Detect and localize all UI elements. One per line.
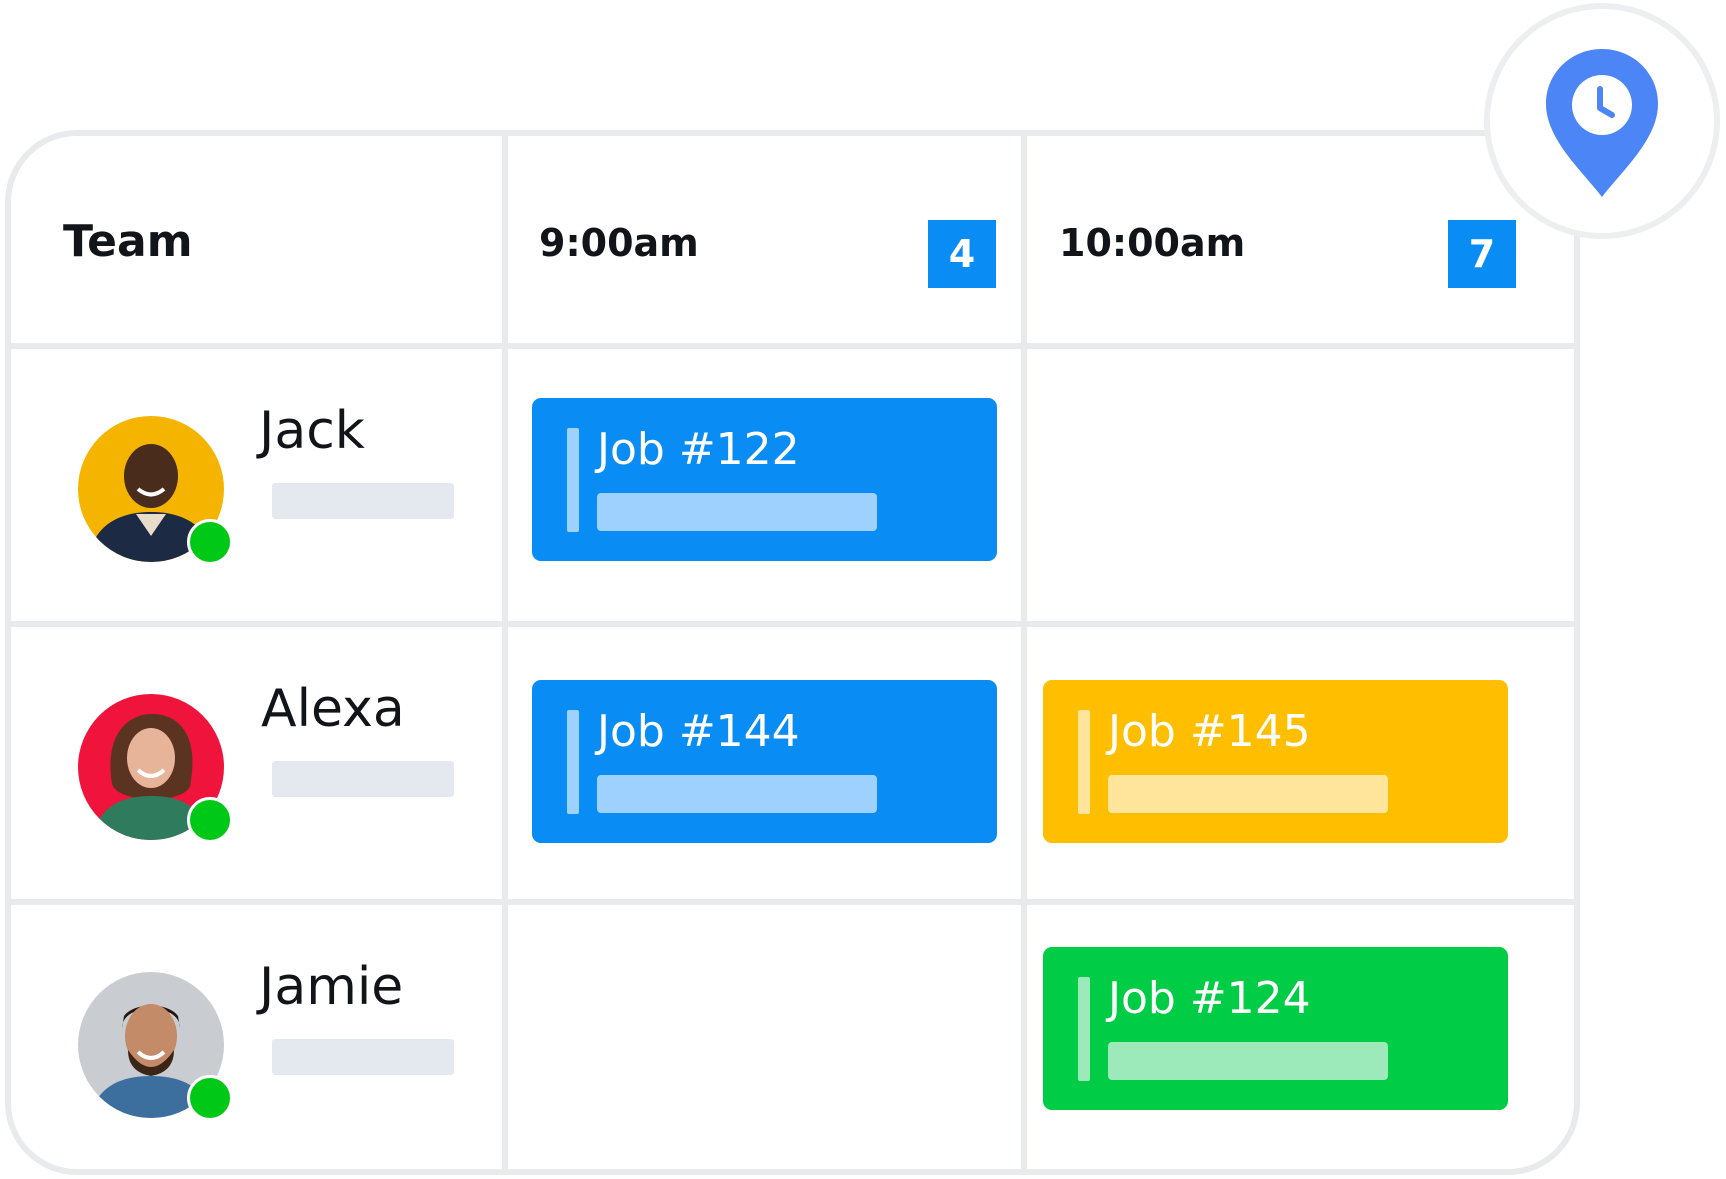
job-card-stripe — [1078, 710, 1090, 814]
grid-divider — [1021, 136, 1027, 1169]
job-card[interactable]: Job #145 — [1043, 680, 1508, 843]
online-status-dot — [187, 797, 233, 843]
job-card[interactable]: Job #124 — [1043, 947, 1508, 1110]
job-card[interactable]: Job #144 — [532, 680, 997, 843]
job-card-label: Job #145 — [1108, 706, 1311, 757]
job-card-placeholder — [597, 493, 877, 531]
job-card-label: Job #144 — [597, 706, 800, 757]
schedule-board: Team 9:00am 4 10:00am 7 Jack Alexa Jamie… — [5, 130, 1580, 1175]
job-card-placeholder — [1108, 775, 1388, 813]
job-card-label: Job #124 — [1108, 973, 1311, 1024]
team-column-header: Team — [63, 216, 193, 267]
grid-divider — [502, 136, 508, 1169]
job-count-badge[interactable]: 4 — [928, 220, 996, 288]
job-card-stripe — [567, 710, 579, 814]
time-slot-header: 10:00am — [1059, 221, 1246, 265]
online-status-dot — [187, 519, 233, 565]
member-name: Jack — [259, 401, 365, 461]
member-name: Alexa — [261, 679, 405, 739]
job-card-stripe — [567, 428, 579, 532]
job-card-placeholder — [597, 775, 877, 813]
member-detail-placeholder — [272, 1039, 454, 1075]
team-member-row[interactable]: Alexa — [11, 627, 502, 899]
team-member-row[interactable]: Jack — [11, 349, 502, 621]
time-slot-header: 9:00am — [539, 221, 699, 265]
member-detail-placeholder — [272, 483, 454, 519]
job-card-label: Job #122 — [597, 424, 800, 475]
job-card-stripe — [1078, 977, 1090, 1081]
member-detail-placeholder — [272, 761, 454, 797]
team-member-row[interactable]: Jamie — [11, 905, 502, 1169]
location-clock-icon — [1546, 49, 1658, 197]
online-status-dot — [187, 1075, 233, 1121]
job-card-placeholder — [1108, 1042, 1388, 1080]
location-time-button[interactable] — [1484, 3, 1720, 239]
job-card[interactable]: Job #122 — [532, 398, 997, 561]
member-name: Jamie — [259, 957, 404, 1017]
